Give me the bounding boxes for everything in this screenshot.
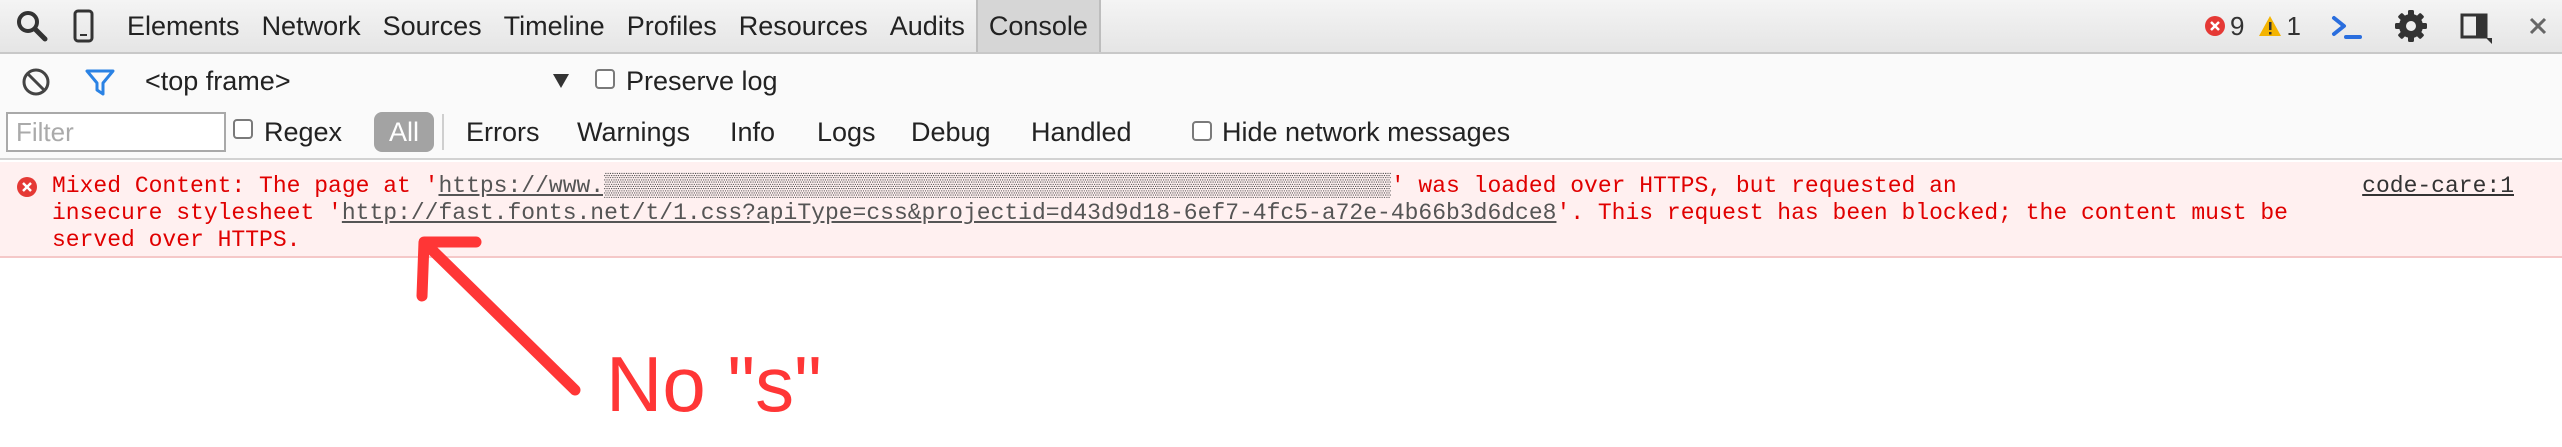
tab-sources[interactable]: Sources <box>372 0 493 52</box>
level-info-button[interactable]: Info <box>730 117 775 148</box>
close-icon[interactable] <box>2520 8 2556 44</box>
hide-network-checkbox[interactable] <box>1192 121 1212 141</box>
hide-network-label: Hide network messages <box>1222 117 1511 147</box>
level-all-button[interactable]: All <box>374 112 434 152</box>
warning-icon <box>2259 16 2282 36</box>
level-debug-button[interactable]: Debug <box>911 117 991 148</box>
context-selector[interactable]: <top frame> <box>145 66 291 97</box>
page-url-link[interactable]: https://www.▒▒▒▒▒▒▒▒▒▒▒▒▒▒▒▒▒▒▒▒▒▒▒▒▒▒▒▒… <box>438 173 1390 199</box>
error-count: 9 <box>2230 10 2245 41</box>
level-errors-button[interactable]: Errors <box>466 117 540 148</box>
clear-console-icon[interactable] <box>20 66 52 98</box>
search-icon[interactable] <box>14 8 50 44</box>
level-warnings-button[interactable]: Warnings <box>577 117 690 148</box>
gear-icon[interactable] <box>2393 8 2429 44</box>
warning-count: 1 <box>2286 10 2301 41</box>
console-error-message: Mixed Content: The page at 'https://www.… <box>0 162 2562 258</box>
tab-network[interactable]: Network <box>251 0 372 52</box>
regex-checkbox[interactable] <box>233 119 253 139</box>
tab-elements[interactable]: Elements <box>116 0 251 52</box>
source-link[interactable]: code-care:1 <box>2362 173 2514 200</box>
filter-input[interactable] <box>6 112 226 152</box>
tab-timeline[interactable]: Timeline <box>493 0 616 52</box>
level-logs-button[interactable]: Logs <box>817 117 876 148</box>
level-handled-button[interactable]: Handled <box>1031 117 1132 148</box>
tab-profiles[interactable]: Profiles <box>616 0 728 52</box>
annotation-arrow <box>416 236 581 396</box>
dock-icon[interactable] <box>2458 8 2494 44</box>
issue-counts[interactable]: 9 1 <box>2204 0 2301 52</box>
device-icon[interactable] <box>66 8 102 44</box>
error-message-text: Mixed Content: The page at 'https://www.… <box>52 173 2302 254</box>
preserve-log-checkbox[interactable] <box>595 69 615 89</box>
annotation-text: No "s" <box>606 340 822 428</box>
error-icon <box>2205 16 2225 36</box>
regex-label: Regex <box>264 117 343 147</box>
tab-audits[interactable]: Audits <box>879 0 976 52</box>
preserve-log-label: Preserve log <box>626 66 778 96</box>
filter-icon[interactable] <box>84 66 116 98</box>
console-prompt-icon[interactable] <box>2328 8 2364 44</box>
error-text-part1: Mixed Content: The page at ' <box>52 173 439 199</box>
tab-resources[interactable]: Resources <box>728 0 879 52</box>
console-toolbar <box>0 54 2562 106</box>
filter-divider <box>442 114 444 150</box>
error-icon <box>17 177 37 197</box>
tab-console[interactable]: Console <box>975 0 1101 52</box>
panel-tabs: Elements Network Sources Timeline Profil… <box>116 0 1101 52</box>
devtools-toolbar: Elements Network Sources Timeline Profil… <box>0 0 2562 54</box>
context-dropdown-arrow-icon[interactable] <box>552 73 570 89</box>
